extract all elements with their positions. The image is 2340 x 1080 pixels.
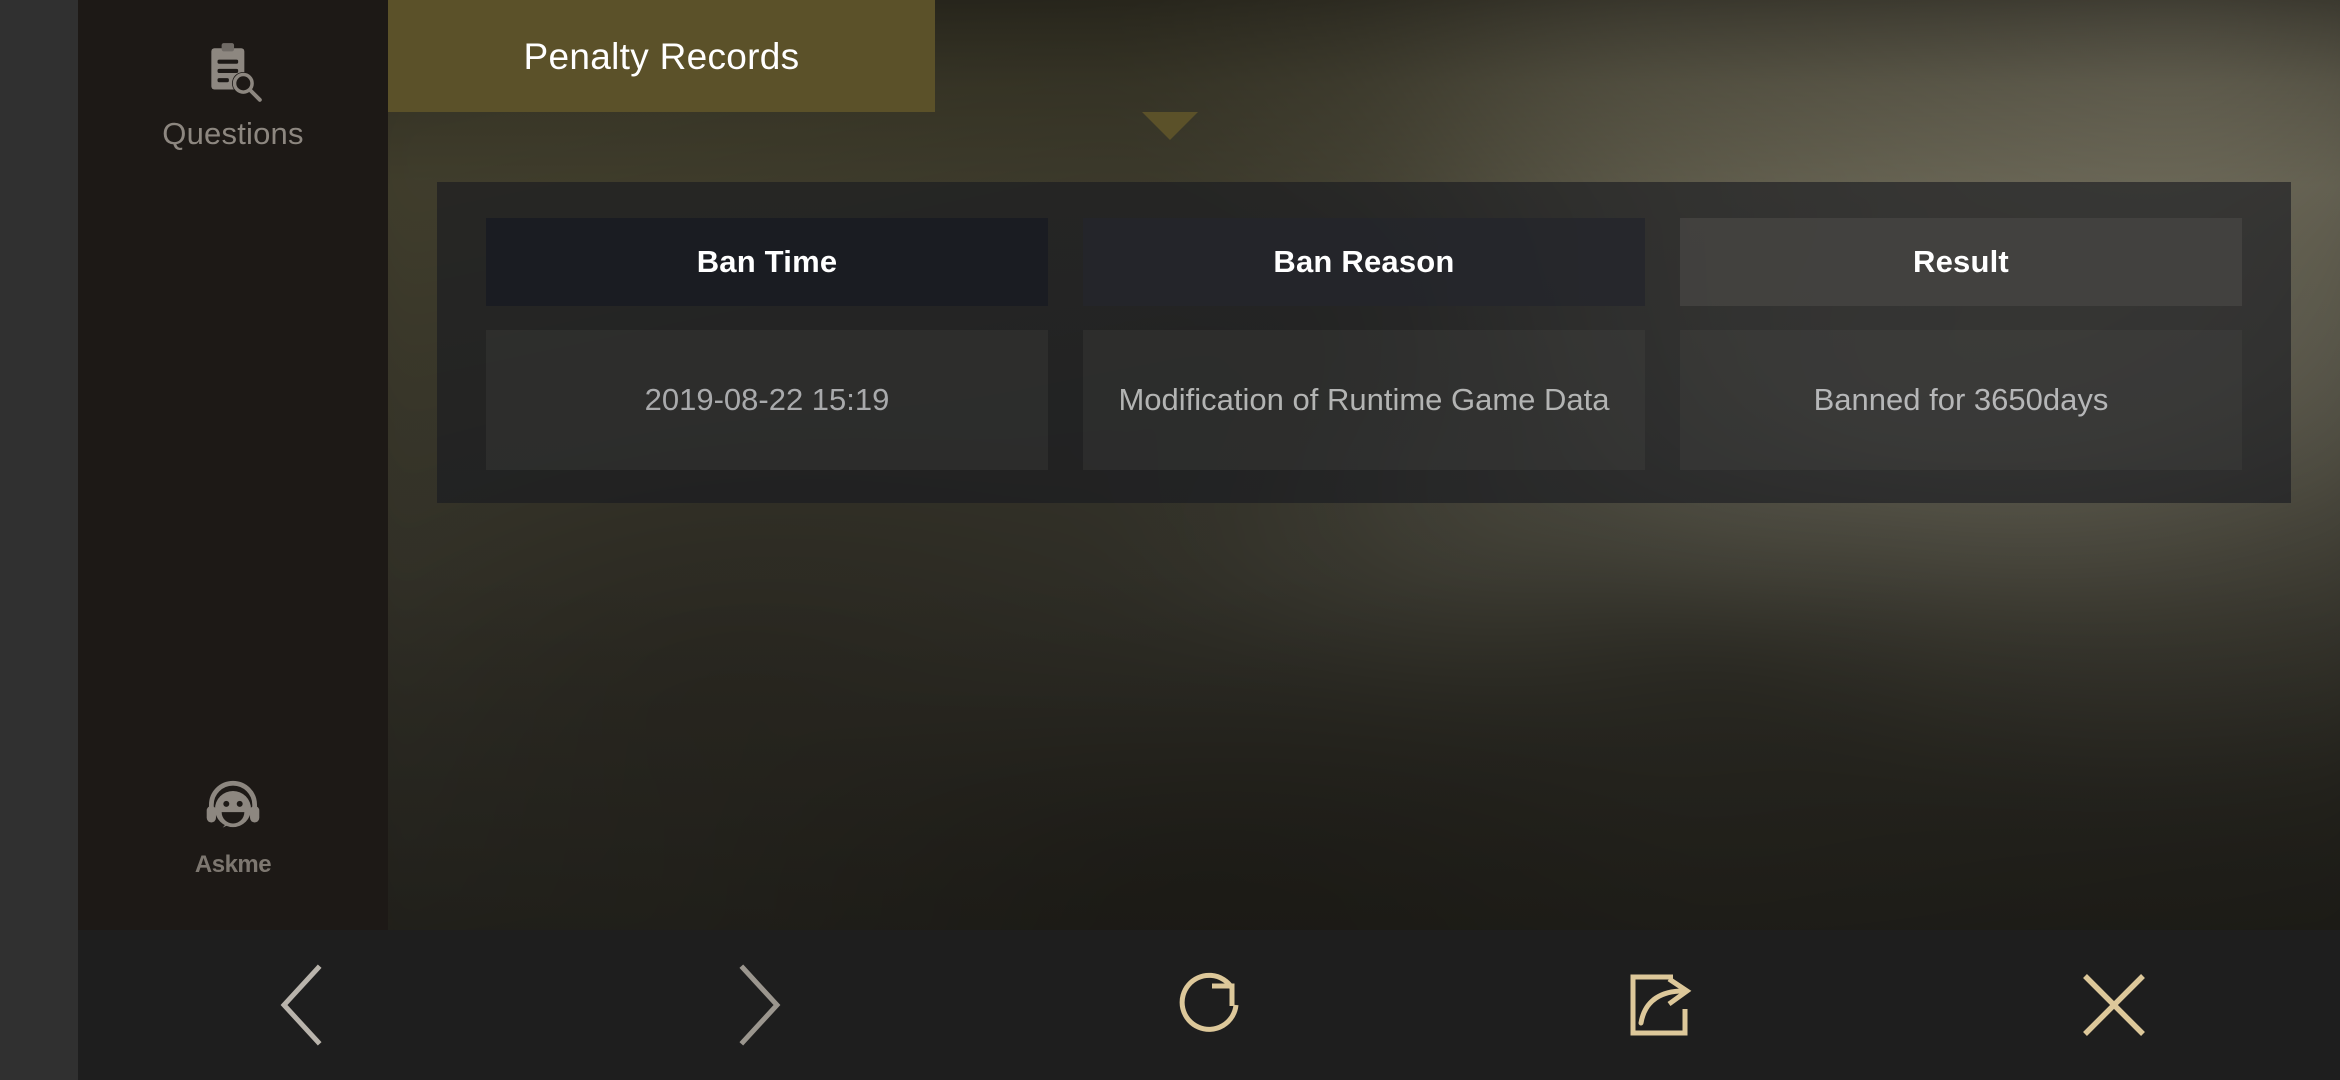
bottom-toolbar: [78, 930, 2340, 1080]
sidebar-item-questions[interactable]: Questions: [78, 40, 388, 152]
table-row[interactable]: 2019-08-22 15:19 Modification of Runtime…: [437, 330, 2291, 470]
penalty-records-panel: Ban Time Ban Reason Result 2019-08-22 15…: [437, 182, 2291, 503]
tab-label: Penalty Records: [523, 36, 800, 77]
column-header-result: Result: [1680, 218, 2242, 306]
share-icon: [1621, 965, 1701, 1045]
cell-ban-reason: Modification of Runtime Game Data: [1083, 330, 1645, 470]
sidebar-item-label-questions: Questions: [162, 116, 304, 151]
forward-button[interactable]: [530, 930, 982, 1080]
refresh-icon: [1170, 966, 1248, 1044]
cell-result: Banned for 3650days: [1680, 330, 2242, 470]
column-header-ban-reason: Ban Reason: [1083, 218, 1645, 306]
column-header-ban-time: Ban Time: [486, 218, 1048, 306]
sidebar-item-askme[interactable]: Askme: [78, 775, 388, 879]
sidebar-item-label-askme: Askme: [194, 851, 272, 878]
tab-pointer-notch: [1142, 112, 1198, 140]
share-button[interactable]: [1435, 930, 1887, 1080]
close-icon: [2076, 967, 2152, 1043]
left-gutter: [0, 0, 78, 1080]
clipboard-search-icon: [200, 40, 266, 106]
sidebar: Questions Askme: [78, 0, 388, 930]
table-header-row: Ban Time Ban Reason Result: [437, 218, 2291, 306]
app-screen: Questions Askme Penalty Records Ban Time…: [0, 0, 2340, 1080]
cell-ban-time: 2019-08-22 15:19: [486, 330, 1048, 470]
chevron-right-icon: [727, 962, 787, 1048]
reload-button[interactable]: [983, 930, 1435, 1080]
back-button[interactable]: [78, 930, 530, 1080]
tab-penalty-records[interactable]: Penalty Records: [388, 0, 935, 112]
chevron-left-icon: [274, 962, 334, 1048]
close-button[interactable]: [1888, 930, 2340, 1080]
headset-smiley-icon: [200, 775, 266, 841]
